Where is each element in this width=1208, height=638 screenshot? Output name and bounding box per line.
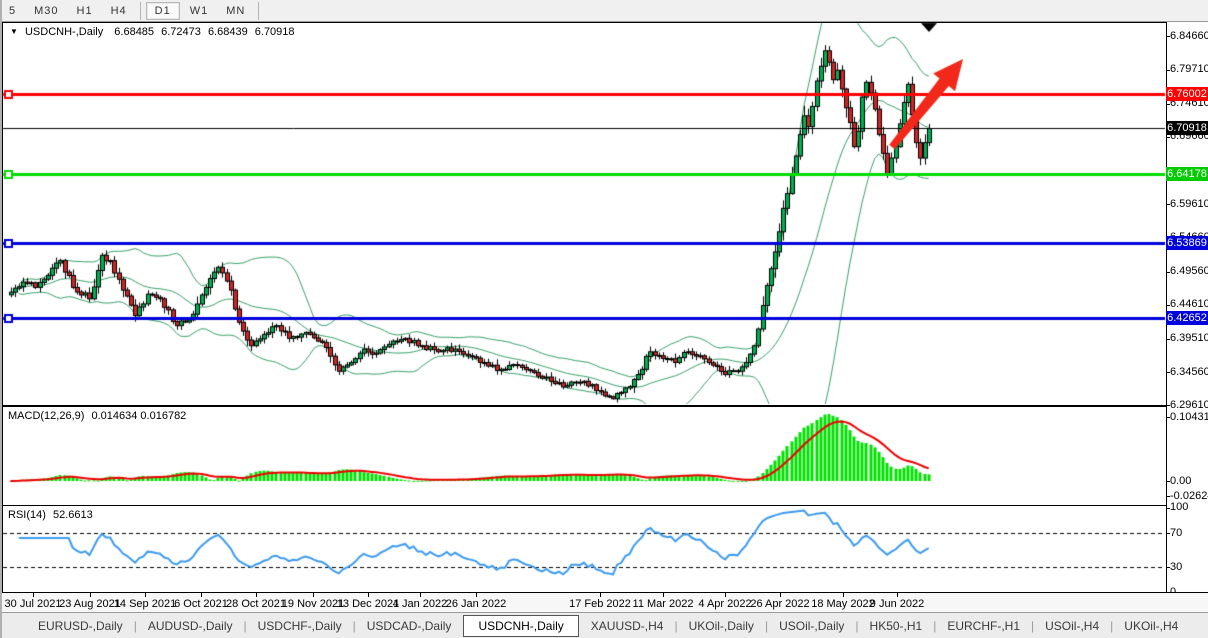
price-badge: 6.76002: [1166, 87, 1208, 101]
timeframe-button-m30[interactable]: M30: [26, 3, 66, 19]
price-tick-label: 6.34560: [1170, 366, 1208, 378]
timeframe-toolbar: 5M30H1H4 D1W1MN: [0, 0, 1208, 22]
tab-item-xauusdh4[interactable]: XAUUSD-,H4: [581, 616, 674, 636]
date-tick: [600, 593, 601, 597]
tab-item-usoilh4[interactable]: USOil-,H4: [1035, 616, 1109, 636]
tab-item-eurchfh1[interactable]: EURCHF-,H1: [937, 616, 1030, 636]
chart-canvas[interactable]: [0, 0, 1208, 638]
macd-tick-label: 0.104313: [1170, 411, 1208, 423]
rsi-tick-label: 70: [1170, 527, 1182, 539]
timeframe-button-5[interactable]: 5: [1, 3, 24, 19]
rsi-tick-label: 100: [1170, 501, 1188, 513]
date-tick-label: 19 Nov 2021: [282, 598, 344, 610]
timeframe-button-d1[interactable]: D1: [146, 2, 180, 20]
tab-item-eurusddaily[interactable]: EURUSD-,Daily: [28, 616, 133, 636]
timeframe-button-h1[interactable]: H1: [69, 3, 101, 19]
tab-item-ukoildaily[interactable]: UKOil-,Daily: [679, 616, 764, 636]
chart-tab-bar: EURUSD-,Daily|AUDUSD-,Daily|USDCHF-,Dail…: [0, 612, 1208, 638]
rsi-indicator-label: RSI(14) 52.6613: [8, 509, 93, 521]
date-tick: [201, 593, 202, 597]
date-tick-label: 6 Oct 2021: [174, 598, 228, 610]
quote-close: 6.70918: [255, 26, 295, 38]
price-tick-label: 6.44610: [1170, 298, 1208, 310]
date-tick: [145, 593, 146, 597]
date-tick: [725, 593, 726, 597]
rsi-value: 52.6613: [53, 509, 93, 521]
date-tick-label: 17 Feb 2022: [569, 598, 631, 610]
date-tick-label: 30 Jul 2021: [5, 598, 62, 610]
date-tick-label: 26 Jan 2022: [446, 598, 507, 610]
macd-indicator-label: MACD(12,26,9) 0.014634 0.016782: [8, 410, 186, 422]
macd-values: 0.014634 0.016782: [91, 410, 186, 422]
timeframe-button-mn[interactable]: MN: [218, 3, 253, 19]
price-tick-label: 6.59610: [1170, 198, 1208, 210]
date-tick-label: 13 Dec 2021: [337, 598, 399, 610]
price-tick-label: 6.49560: [1170, 265, 1208, 277]
price-badge: 6.42652: [1166, 311, 1208, 325]
date-tick-label: 4 Jan 2022: [393, 598, 447, 610]
date-tick-label: 4 Apr 2022: [698, 598, 751, 610]
symbol-name: USDCNH-,Daily: [25, 26, 103, 38]
tab-item-usdcnhdaily[interactable]: USDCNH-,Daily: [463, 615, 578, 637]
price-badge: 6.70918: [1166, 121, 1208, 135]
window-left-border: [0, 0, 2, 638]
timeframe-button-w1[interactable]: W1: [182, 3, 217, 19]
quote-high: 6.72473: [161, 26, 201, 38]
symbol-dropdown-icon[interactable]: ▼: [10, 27, 18, 36]
quote-low: 6.68439: [208, 26, 248, 38]
date-tick: [420, 593, 421, 597]
date-tick-label: 28 Oct 2021: [226, 598, 286, 610]
macd-tick-label: -0.02624: [1170, 490, 1208, 502]
price-tick-label: 6.79710: [1170, 63, 1208, 75]
toolbar-separator: [140, 2, 141, 20]
date-tick: [313, 593, 314, 597]
date-tick-label: 26 Apr 2022: [750, 598, 809, 610]
date-tick-label: 11 Mar 2022: [633, 598, 694, 610]
tab-item-audusddaily[interactable]: AUDUSD-,Daily: [138, 616, 243, 636]
timeframe-button-h4[interactable]: H4: [103, 3, 135, 19]
macd-tick-label: 0.00: [1170, 475, 1191, 487]
price-badge: 6.64178: [1166, 167, 1208, 181]
date-tick: [90, 593, 91, 597]
price-badge: 6.53869: [1166, 236, 1208, 250]
tab-item-hk50h1[interactable]: HK50-,H1: [860, 616, 933, 636]
date-tick-label: 14 Sep 2021: [114, 598, 176, 610]
date-tick: [256, 593, 257, 597]
date-tick: [843, 593, 844, 597]
date-tick: [368, 593, 369, 597]
date-tick: [663, 593, 664, 597]
chart-title: ▼ USDCNH-,Daily 6.68485 6.72473 6.68439 …: [10, 26, 295, 38]
price-tick-label: 6.29610: [1170, 399, 1208, 411]
date-tick: [476, 593, 477, 597]
date-tick: [780, 593, 781, 597]
price-tick-label: 6.84660: [1170, 30, 1208, 42]
price-tick-label: 6.39510: [1170, 332, 1208, 344]
rsi-tick-label: 30: [1170, 561, 1182, 573]
date-axis[interactable]: 30 Jul 202123 Aug 202114 Sep 20216 Oct 2…: [0, 592, 1208, 613]
date-tick: [897, 593, 898, 597]
date-tick-label: 23 Aug 2021: [59, 598, 121, 610]
tab-item-ukoilh4[interactable]: UKOil-,H4: [1114, 616, 1188, 636]
terminal-window: 5M30H1H4 D1W1MN ▼ USDCNH-,Daily 6.68485 6…: [0, 0, 1208, 638]
tab-item-usoildaily[interactable]: USOil-,Daily: [769, 616, 854, 636]
tab-item-usdcaddaily[interactable]: USDCAD-,Daily: [357, 616, 462, 636]
date-tick: [33, 593, 34, 597]
date-tick-label: 9 Jun 2022: [870, 598, 924, 610]
toolbar-separator: [258, 2, 259, 20]
date-tick-label: 18 May 2022: [811, 598, 875, 610]
quote-open: 6.68485: [114, 26, 154, 38]
tab-item-usdchfdaily[interactable]: USDCHF-,Daily: [248, 616, 352, 636]
